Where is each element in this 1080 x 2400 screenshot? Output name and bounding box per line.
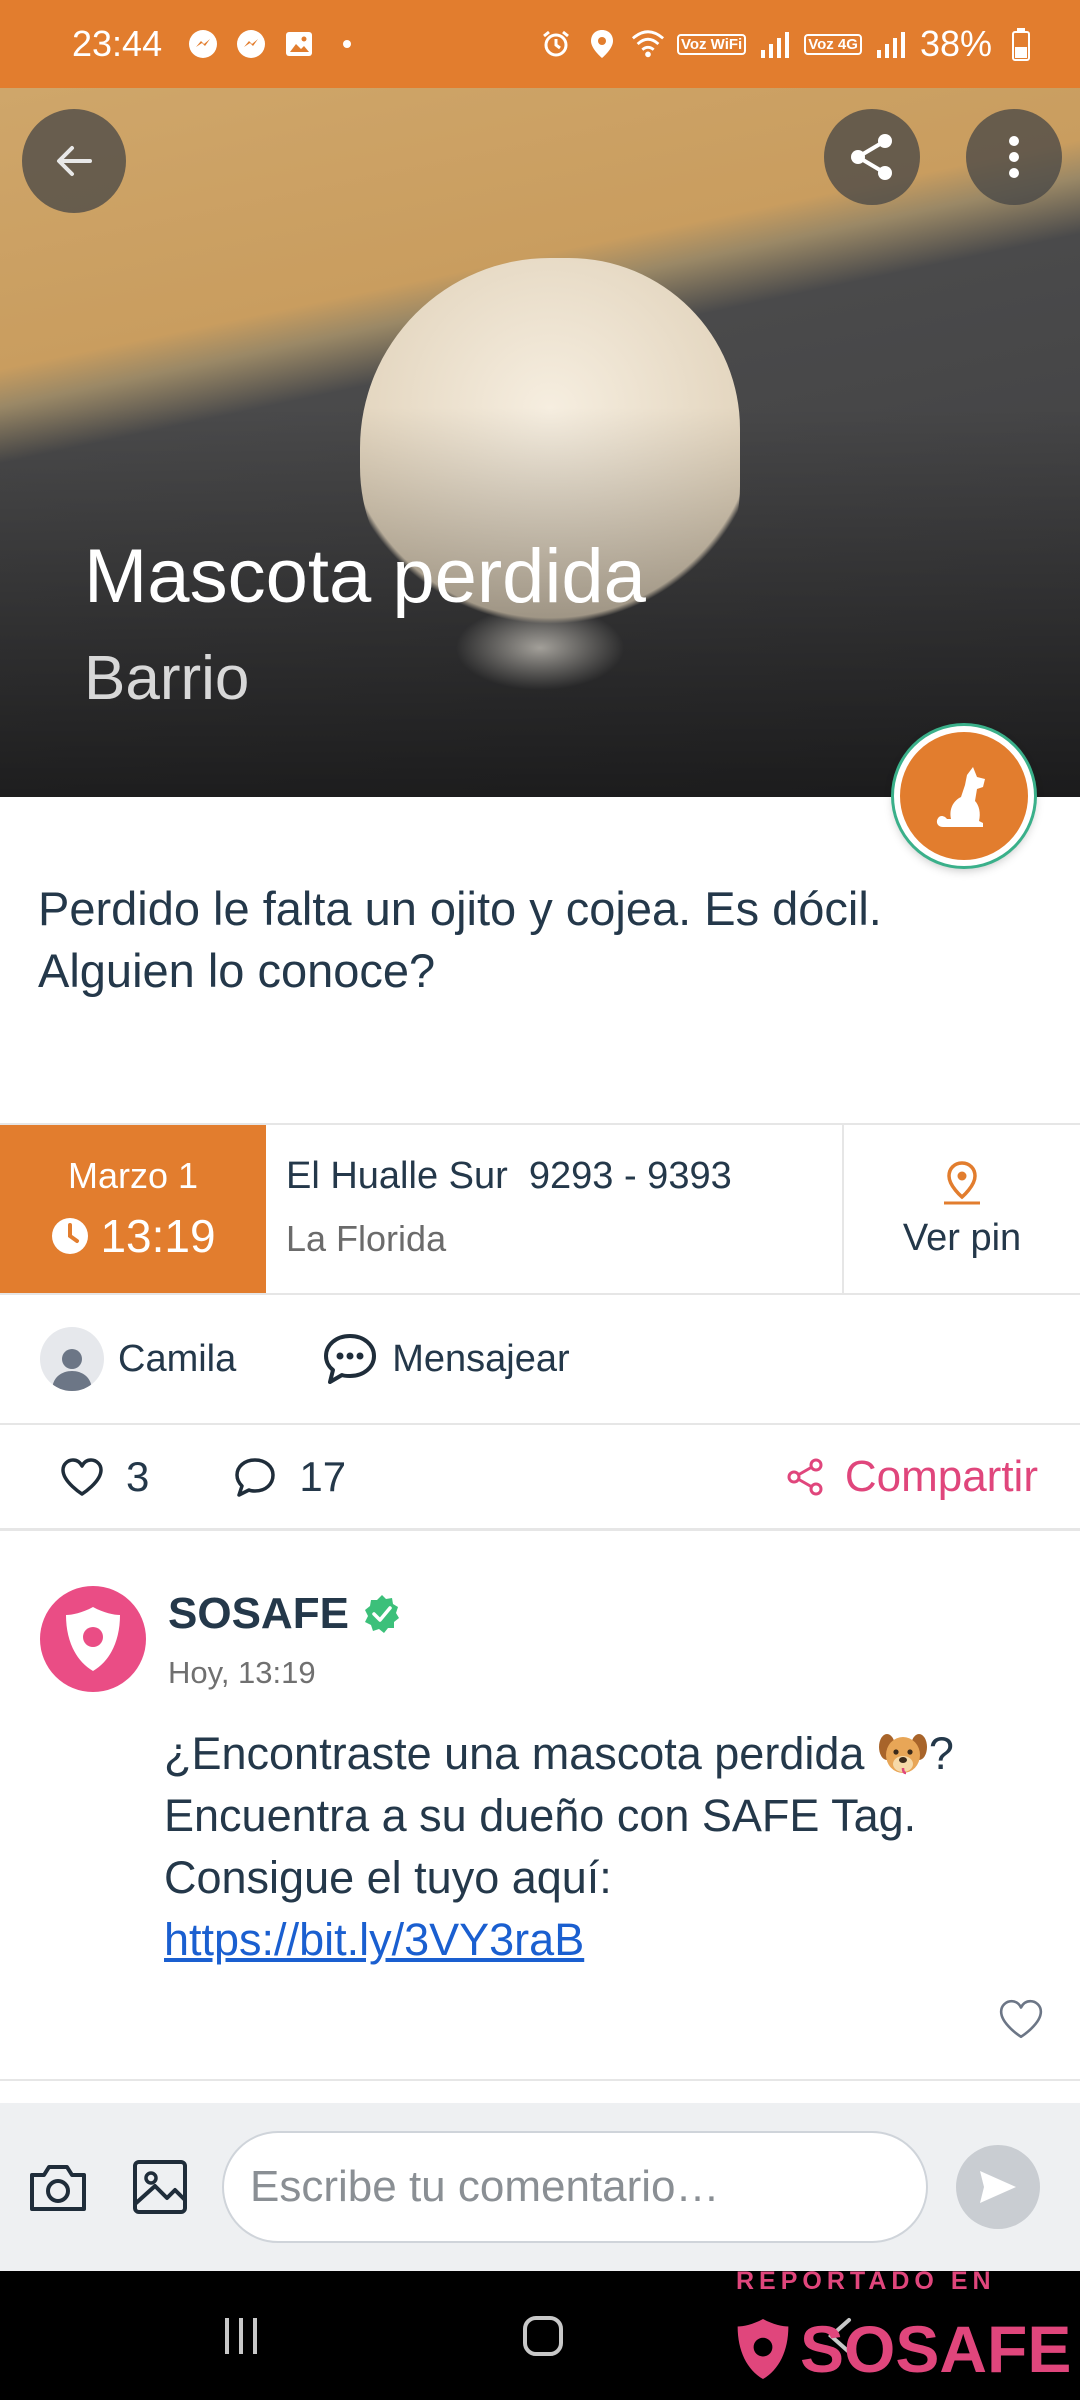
pet-category-badge <box>894 726 1034 866</box>
dog-face-emoji-icon <box>878 1734 927 1775</box>
address-commune: La Florida <box>286 1218 447 1259</box>
date-box: Marzo 1 13:19 <box>0 1125 266 1293</box>
gallery-icon <box>282 27 316 61</box>
post-date: Marzo 1 <box>67 1155 199 1196</box>
share-label: Compartir <box>844 1451 1038 1501</box>
camera-button[interactable] <box>22 2151 94 2223</box>
image-icon <box>133 2160 187 2214</box>
home-icon <box>523 2316 563 2356</box>
view-pin-label: Ver pin <box>902 1216 1022 1259</box>
share-top-button[interactable] <box>824 109 920 205</box>
status-bar: 23:44 Voz WiFi Voz 4G 38% <box>0 0 1080 88</box>
sosafe-avatar[interactable] <box>40 1586 146 1692</box>
share-icon-pink <box>787 1458 823 1495</box>
share-icon <box>851 134 892 180</box>
recents-icon <box>225 2318 257 2354</box>
camera-icon <box>30 2165 86 2211</box>
gallery-button[interactable] <box>124 2151 196 2223</box>
status-time: 23:44 <box>72 23 163 64</box>
messenger-icon <box>186 27 220 61</box>
comment-text-part1: ¿Encontraste una mascota perdida <box>164 1728 877 1779</box>
user-name[interactable]: Camila <box>118 1338 236 1381</box>
comment-icon <box>235 1457 276 1497</box>
location-icon <box>585 27 619 61</box>
person-icon <box>52 1349 92 1391</box>
battery-percent: 38% <box>919 23 992 64</box>
comment-text: ¿Encontraste una mascota perdida ? Encue… <box>164 1723 964 1971</box>
comment-time: Hoy, 13:19 <box>168 1655 316 1690</box>
safe-tag-link[interactable]: https://bit.ly/3VY3raB <box>164 1914 584 1965</box>
post-description: Perdido le falta un ojito y cojea. Es dó… <box>38 882 882 997</box>
arrow-left-icon <box>57 146 92 176</box>
signal-icon <box>758 27 792 61</box>
volte-4g-label: Voz 4G <box>804 33 862 55</box>
signal-icon-2 <box>874 27 908 61</box>
view-pin-button[interactable]: Ver pin <box>844 1125 1080 1293</box>
comment-count: 17 <box>299 1452 347 1500</box>
like-button[interactable]: 3 <box>60 1453 149 1501</box>
more-vertical-icon <box>1009 136 1019 178</box>
comments-button[interactable]: 17 <box>233 1453 346 1501</box>
battery-icon <box>1004 27 1038 61</box>
stats-row: 3 17 Compartir <box>0 1425 1080 1531</box>
recents-button[interactable] <box>206 2301 276 2371</box>
comment-author[interactable]: SOSAFE <box>168 1589 349 1639</box>
like-count: 3 <box>126 1452 150 1500</box>
sosafe-shield-icon <box>66 1607 120 1671</box>
comment-author-row: SOSAFE <box>168 1589 403 1639</box>
share-button[interactable]: Compartir <box>785 1452 1038 1502</box>
send-button[interactable] <box>956 2145 1040 2229</box>
chat-bubble-icon <box>324 1334 377 1384</box>
nav-back-button[interactable] <box>806 2301 876 2371</box>
messenger-icon-2 <box>234 27 268 61</box>
post-category-title: Mascota perdida <box>84 534 646 619</box>
status-left: 23:44 <box>72 23 364 65</box>
chevron-left-icon <box>827 2318 851 2354</box>
map-pin-icon <box>944 1160 980 1204</box>
status-right: Voz WiFi Voz 4G 38% <box>539 23 1038 65</box>
volte-wifi-label: Voz WiFi <box>676 33 747 55</box>
verified-icon <box>364 1595 399 1633</box>
hero-photo: Mascota perdida Barrio <box>0 88 1080 797</box>
system-nav-bar <box>0 2271 1080 2400</box>
user-avatar[interactable] <box>40 1327 104 1391</box>
heart-icon <box>61 1457 103 1496</box>
author-row: Camila Mensajear <box>0 1295 1080 1425</box>
message-button[interactable]: Mensajear <box>322 1332 570 1386</box>
clock-icon <box>52 1218 89 1254</box>
dog-icon <box>936 767 985 827</box>
alarm-icon <box>539 27 573 61</box>
send-icon <box>980 2171 1016 2203</box>
heart-outline-icon <box>999 1999 1043 2039</box>
back-button[interactable] <box>22 109 126 213</box>
wifi-icon <box>631 27 665 61</box>
more-options-button[interactable] <box>966 109 1062 205</box>
comment-like-button[interactable] <box>998 1998 1044 2045</box>
address-box: El Hualle Sur 9293 - 9393 La Florida <box>266 1125 844 1293</box>
comment-input[interactable] <box>222 2131 928 2243</box>
dot-icon <box>330 27 364 61</box>
message-label: Mensajear <box>392 1337 570 1380</box>
post-time: 13:19 <box>100 1210 216 1262</box>
comment-composer <box>0 2103 1080 2271</box>
post-scope-subtitle: Barrio <box>84 644 250 713</box>
post-time-group: 13:19 <box>50 1209 216 1263</box>
post-info-row: Marzo 1 13:19 El Hualle Sur 9293 - 9393 … <box>0 1123 1080 1295</box>
comment-item: SOSAFE Hoy, 13:19 ¿Encontraste una masco… <box>0 1531 1080 2081</box>
address-street: El Hualle Sur 9293 - 9393 <box>286 1155 732 1197</box>
home-button[interactable] <box>508 2301 578 2371</box>
